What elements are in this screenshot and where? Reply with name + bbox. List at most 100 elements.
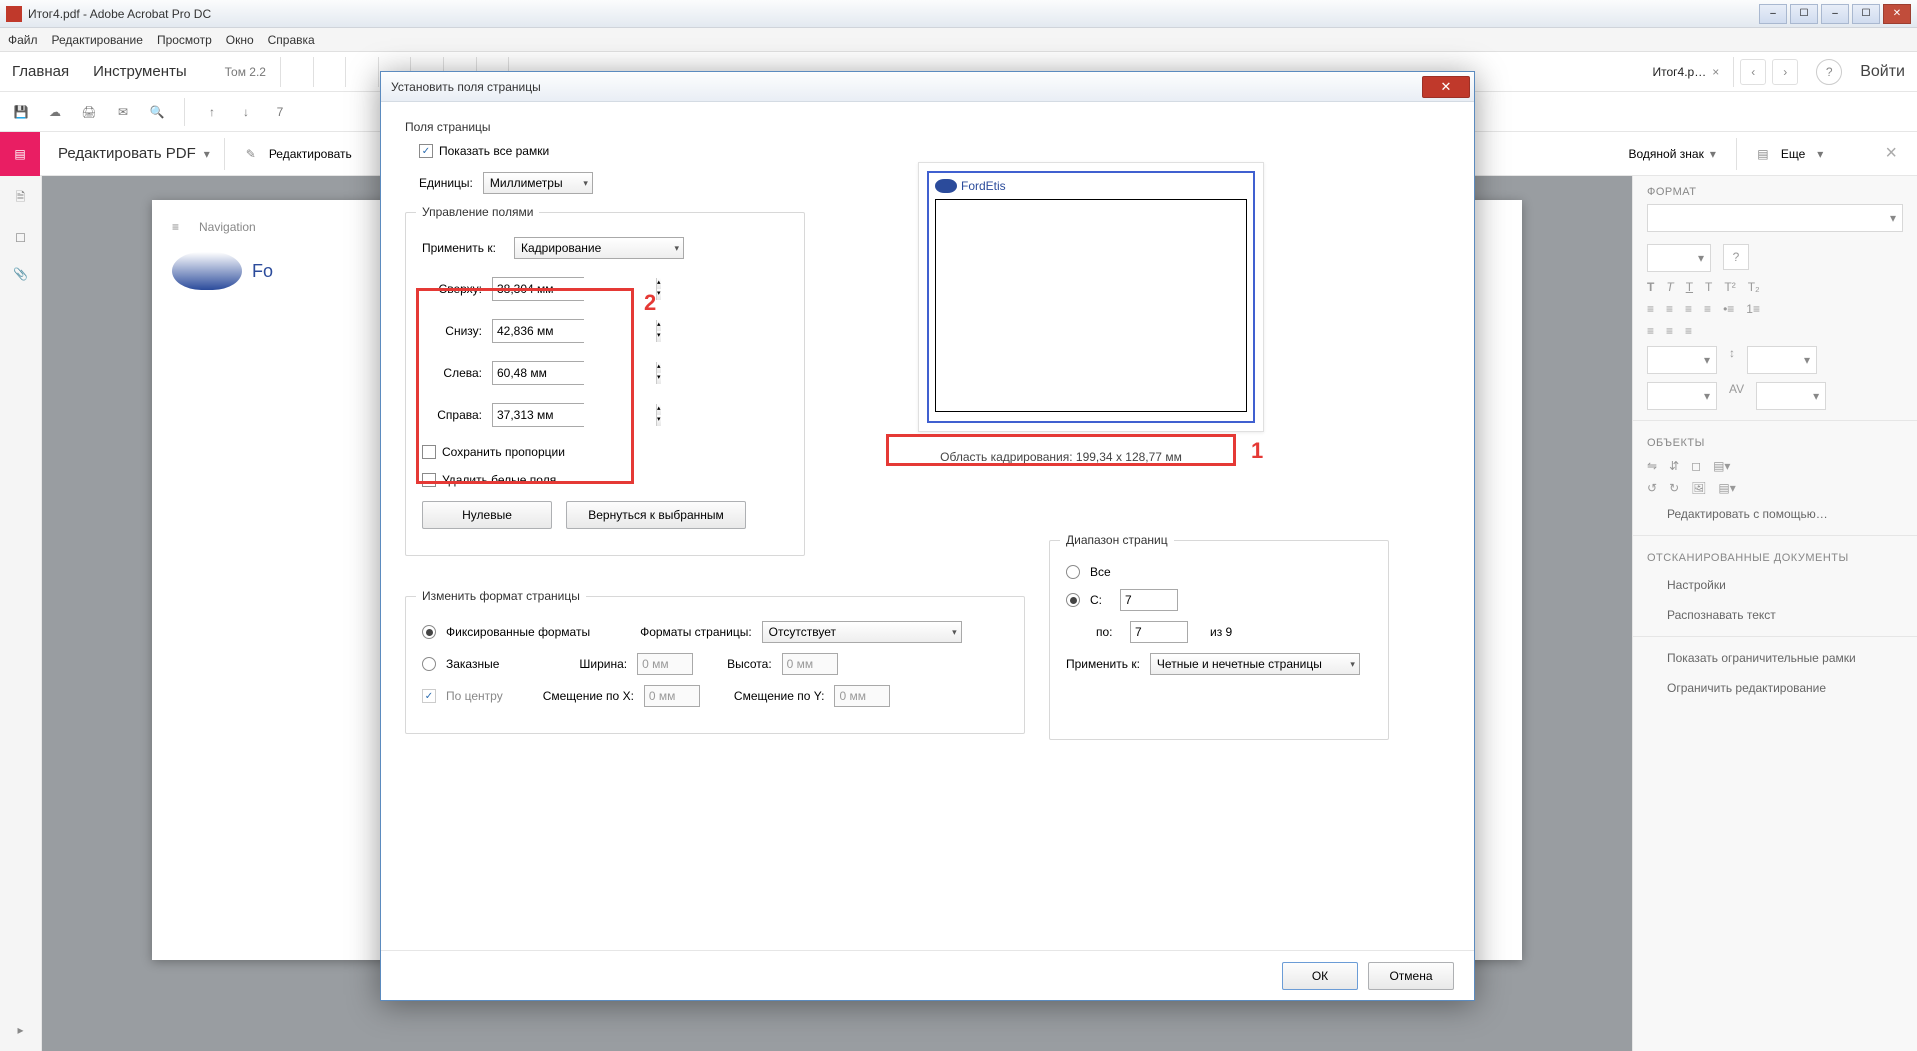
- close-window-button[interactable]: ✕: [1883, 4, 1911, 24]
- spin-up-icon[interactable]: ▴: [657, 404, 661, 415]
- top-input[interactable]: [493, 278, 656, 300]
- arrange-icon[interactable]: ▤▾: [1718, 481, 1735, 495]
- kerning-dropdown[interactable]: ▾: [1756, 382, 1826, 410]
- subscript-icon[interactable]: T₂: [1748, 280, 1760, 294]
- cancel-button[interactable]: Отмена: [1368, 962, 1454, 990]
- watermark-dropdown-icon[interactable]: ▾: [1710, 147, 1716, 161]
- align-icon[interactable]: ▤▾: [1713, 459, 1730, 473]
- remove-white-checkbox[interactable]: [422, 473, 436, 487]
- replace-image-icon[interactable]: 🖼: [1691, 481, 1706, 495]
- flip-v-icon[interactable]: ⇵: [1669, 459, 1679, 473]
- apply-to-select[interactable]: Кадрирование: [514, 237, 684, 259]
- custom-radio[interactable]: [422, 657, 436, 671]
- menu-file[interactable]: Файл: [8, 33, 38, 47]
- bold-icon[interactable]: T: [1647, 280, 1654, 294]
- spin-down-icon[interactable]: ▾: [657, 331, 661, 342]
- search-icon[interactable]: 🔍: [146, 101, 168, 123]
- superscript-icon[interactable]: T²: [1724, 280, 1735, 294]
- valign-top-icon[interactable]: ≡: [1647, 324, 1654, 338]
- cloud-icon[interactable]: ☁: [44, 101, 66, 123]
- menu-edit[interactable]: Редактирование: [52, 33, 143, 47]
- font-dropdown[interactable]: ▾: [1647, 204, 1903, 232]
- edit-pdf-tab-icon[interactable]: ▤: [0, 132, 40, 176]
- restrict-edit-link[interactable]: Ограничить редактирование: [1633, 673, 1917, 703]
- edit-pdf-dropdown-icon[interactable]: ▾: [204, 147, 210, 161]
- menu-view[interactable]: Просмотр: [157, 33, 212, 47]
- align-left-icon[interactable]: ≡: [1647, 302, 1654, 316]
- left-input[interactable]: [493, 362, 656, 384]
- dialog-close-button[interactable]: ✕: [1422, 76, 1470, 98]
- attachment-icon[interactable]: 📎: [13, 267, 28, 281]
- units-select[interactable]: Миллиметры: [483, 172, 593, 194]
- page-format-select[interactable]: Отсутствует: [762, 621, 962, 643]
- save-icon[interactable]: 💾: [10, 101, 32, 123]
- bottom-input[interactable]: [493, 320, 656, 342]
- edit-with-link[interactable]: Редактировать с помощью…: [1633, 499, 1917, 529]
- tab-next-button[interactable]: ›: [1772, 59, 1798, 85]
- scale-dropdown[interactable]: ▾: [1647, 382, 1717, 410]
- panel-close-icon[interactable]: ×: [1885, 142, 1897, 165]
- left-spinbox[interactable]: ▴▾: [492, 361, 584, 385]
- show-frames-checkbox[interactable]: ✓: [419, 144, 433, 158]
- strikeout-icon[interactable]: T: [1705, 280, 1712, 294]
- help-icon[interactable]: ?: [1816, 59, 1842, 85]
- login-button[interactable]: Войти: [1860, 63, 1905, 81]
- mail-icon[interactable]: ✉: [112, 101, 134, 123]
- tab-tools[interactable]: Инструменты: [93, 63, 187, 80]
- edit-icon[interactable]: ✎: [239, 142, 263, 166]
- print-icon[interactable]: 🖨: [78, 101, 100, 123]
- restore-button[interactable]: ☐: [1852, 4, 1880, 24]
- align-center-icon[interactable]: ≡: [1666, 302, 1673, 316]
- center-checkbox[interactable]: ✓: [422, 689, 436, 703]
- flip-h-icon[interactable]: ⇋: [1647, 459, 1657, 473]
- list-number-icon[interactable]: 1≡: [1746, 302, 1760, 316]
- from-field[interactable]: 7: [1120, 589, 1178, 611]
- right-spinbox[interactable]: ▴▾: [492, 403, 584, 427]
- offset-y-field[interactable]: 0 мм: [834, 685, 890, 707]
- document-tab-active[interactable]: Итог4.p… ×: [1638, 57, 1734, 87]
- spin-down-icon[interactable]: ▾: [657, 415, 661, 426]
- pages-icon[interactable]: 🗎: [16, 188, 26, 209]
- spin-down-icon[interactable]: ▾: [657, 289, 661, 300]
- valign-middle-icon[interactable]: ≡: [1666, 324, 1673, 338]
- page-up-icon[interactable]: ↑: [201, 101, 223, 123]
- more-dropdown-icon[interactable]: ▾: [1817, 147, 1823, 161]
- to-field[interactable]: 7: [1130, 621, 1188, 643]
- all-pages-radio[interactable]: [1066, 565, 1080, 579]
- range-apply-select[interactable]: Четные и нечетные страницы: [1150, 653, 1360, 675]
- tab-prev-button[interactable]: ‹: [1740, 59, 1766, 85]
- italic-icon[interactable]: T: [1666, 280, 1673, 294]
- align-justify-icon[interactable]: ≡: [1704, 302, 1711, 316]
- minimize-button[interactable]: ‒: [1759, 4, 1787, 24]
- page-number-field[interactable]: 7: [269, 101, 291, 123]
- line-height-dropdown[interactable]: ▾: [1747, 346, 1817, 374]
- crop-icon[interactable]: ◻: [1691, 459, 1701, 473]
- top-spinbox[interactable]: ▴▾: [492, 277, 584, 301]
- watermark-button[interactable]: Водяной знак: [1629, 147, 1704, 161]
- settings-link[interactable]: Настройки: [1633, 570, 1917, 600]
- spin-up-icon[interactable]: ▴: [657, 362, 661, 373]
- offset-x-field[interactable]: 0 мм: [644, 685, 700, 707]
- list-bullet-icon[interactable]: •≡: [1723, 302, 1734, 316]
- show-bounds-link[interactable]: Показать ограничительные рамки: [1633, 643, 1917, 673]
- from-radio[interactable]: [1066, 593, 1080, 607]
- width-field[interactable]: 0 мм: [637, 653, 693, 675]
- ocr-link[interactable]: Распознавать текст: [1633, 600, 1917, 630]
- keep-proportions-checkbox[interactable]: [422, 445, 436, 459]
- page-down-icon[interactable]: ↓: [235, 101, 257, 123]
- font-size-dropdown[interactable]: ▾: [1647, 244, 1711, 272]
- underline-icon[interactable]: T: [1686, 280, 1693, 294]
- hamburger-icon[interactable]: ≡: [172, 220, 179, 234]
- edit-button[interactable]: Редактировать: [269, 147, 352, 161]
- rotate-ccw-icon[interactable]: ↺: [1647, 481, 1657, 495]
- valign-bottom-icon[interactable]: ≡: [1685, 324, 1692, 338]
- menu-window[interactable]: Окно: [226, 33, 254, 47]
- bookmark-icon[interactable]: ☐: [15, 231, 26, 245]
- align-right-icon[interactable]: ≡: [1685, 302, 1692, 316]
- menu-help[interactable]: Справка: [268, 33, 315, 47]
- color-picker-icon[interactable]: ?: [1723, 244, 1749, 270]
- spin-up-icon[interactable]: ▴: [657, 320, 661, 331]
- right-input[interactable]: [493, 404, 656, 426]
- ok-button[interactable]: ОК: [1282, 962, 1358, 990]
- tab-home[interactable]: Главная: [12, 63, 69, 80]
